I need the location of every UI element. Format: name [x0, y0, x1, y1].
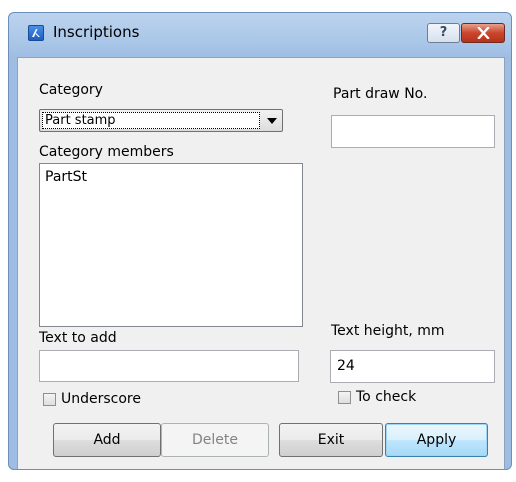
to-check-checkbox-row[interactable]: To check — [338, 389, 416, 405]
category-dropdown[interactable]: Part stamp — [39, 109, 283, 132]
category-members-label: Category members — [39, 144, 174, 160]
underscore-checkbox[interactable] — [43, 392, 56, 406]
help-button[interactable]: ? — [427, 23, 460, 43]
text-height-label: Text height, mm — [331, 323, 445, 339]
dialog-body: Category Part stamp Category members Par… — [17, 57, 505, 469]
to-check-checkbox[interactable] — [338, 390, 351, 404]
window-title: Inscriptions — [53, 23, 140, 41]
underscore-checkbox-row[interactable]: Underscore — [43, 391, 141, 407]
app-logo-icon — [28, 25, 44, 41]
exit-button[interactable]: Exit — [279, 423, 383, 457]
part-draw-label: Part draw No. — [333, 86, 428, 102]
close-icon — [477, 27, 490, 39]
close-button[interactable] — [461, 23, 505, 43]
to-check-label: To check — [356, 389, 417, 405]
category-members-list[interactable]: PartSt — [39, 163, 303, 327]
delete-button[interactable]: Delete — [161, 423, 269, 457]
add-button[interactable]: Add — [53, 423, 161, 457]
part-draw-input[interactable] — [331, 115, 495, 148]
chevron-down-icon — [267, 118, 277, 124]
text-to-add-input[interactable] — [39, 350, 299, 382]
apply-button[interactable]: Apply — [385, 423, 488, 457]
title-bar[interactable]: Inscriptions ? — [9, 13, 511, 57]
category-selected-value: Part stamp — [42, 112, 260, 129]
dialog-window: Inscriptions ? Category Part stamp Categ… — [8, 12, 512, 470]
underscore-label: Underscore — [61, 391, 141, 407]
text-height-input[interactable]: 24 — [330, 350, 495, 383]
category-label: Category — [39, 82, 103, 98]
list-item[interactable]: PartSt — [40, 164, 302, 185]
text-to-add-label: Text to add — [39, 330, 117, 346]
